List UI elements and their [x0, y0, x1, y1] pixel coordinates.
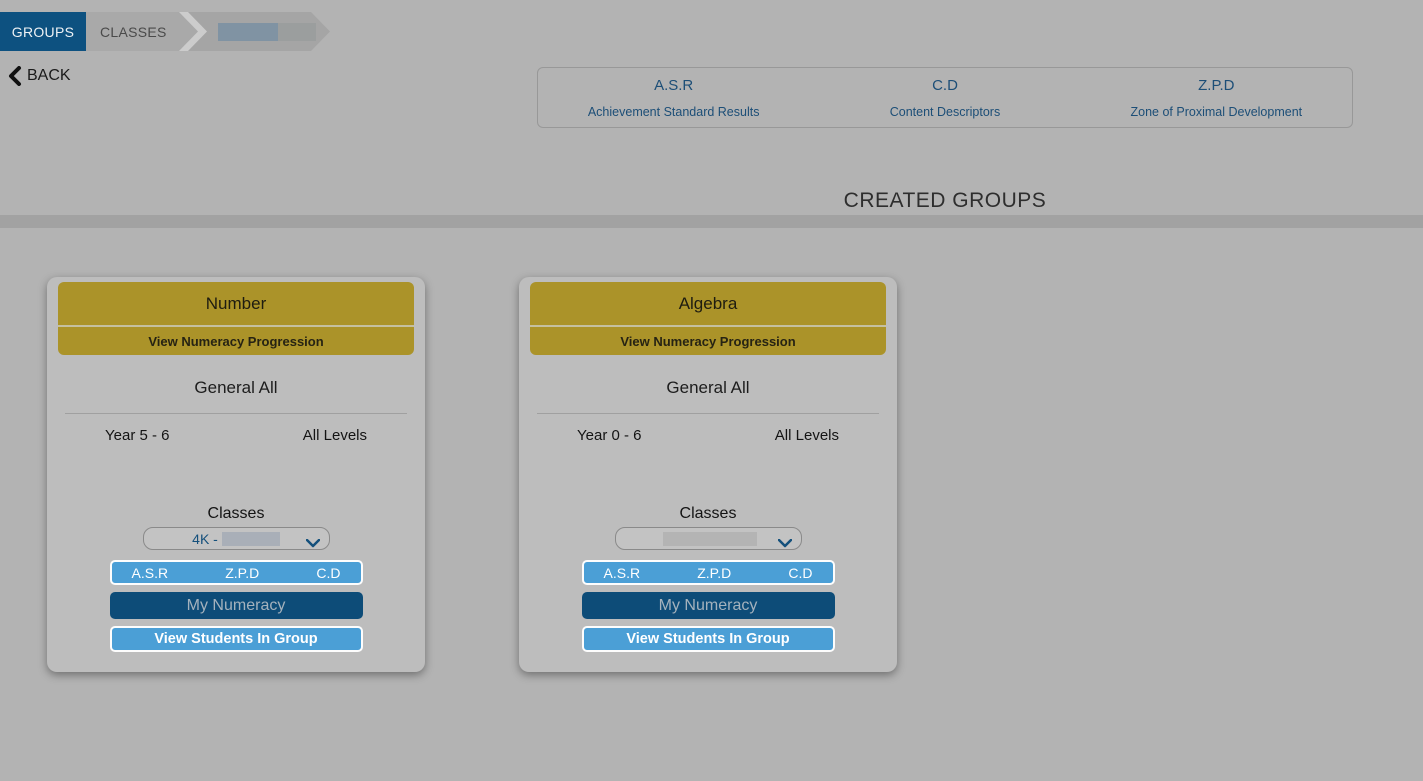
group-title[interactable]: Algebra — [530, 282, 886, 327]
chevron-down-icon — [777, 535, 792, 551]
chevron-down-icon — [305, 535, 320, 551]
card-divider — [65, 413, 407, 414]
legend-desc: Zone of Proximal Development — [1130, 105, 1303, 119]
levels: All Levels — [774, 427, 839, 444]
view-numeracy-progression-button[interactable]: View Numeracy Progression — [530, 327, 886, 355]
asr-button[interactable]: A.S.R — [604, 565, 641, 581]
view-numeracy-progression-button[interactable]: View Numeracy Progression — [58, 327, 414, 355]
year-level-row: Year 5 - 6 All Levels — [47, 427, 425, 444]
view-students-button[interactable]: View Students In Group — [109, 626, 363, 652]
year-range: Year 0 - 6 — [577, 427, 642, 444]
classes-select-value: 4K - — [192, 530, 218, 547]
page-title: CREATED GROUPS — [843, 189, 1047, 212]
asr-button[interactable]: A.S.R — [132, 565, 169, 581]
card-divider — [537, 413, 879, 414]
back-button[interactable]: BACK — [8, 63, 71, 89]
classes-label: Classes — [207, 505, 265, 522]
legend-desc: Content Descriptors — [889, 105, 1001, 119]
section-divider — [0, 215, 1423, 228]
legend-abbr: C.D — [932, 77, 958, 94]
legend-item-zpd: Z.P.D Zone of Proximal Development — [1081, 68, 1352, 127]
group-title[interactable]: Number — [58, 282, 414, 327]
redacted-class-name — [218, 23, 316, 41]
classes-select[interactable]: 4K - — [142, 527, 330, 551]
zpd-button[interactable]: Z.P.D — [225, 565, 259, 581]
tab-groups-label: GROUPS — [11, 23, 75, 40]
my-numeracy-button[interactable]: My Numeracy — [109, 592, 363, 619]
tab-classes-label: CLASSES — [100, 23, 167, 40]
redacted-class-name — [663, 531, 757, 546]
tab-groups[interactable]: GROUPS — [0, 12, 86, 51]
page: GROUPS CLASSES BACK A.S.R Achievement St… — [0, 0, 1423, 781]
view-students-button[interactable]: View Students In Group — [581, 626, 835, 652]
legend-desc: Achievement Standard Results — [587, 105, 760, 119]
legend-item-cd: C.D Content Descriptors — [809, 68, 1080, 127]
legend-abbr: A.S.R — [654, 77, 694, 94]
zpd-button[interactable]: Z.P.D — [697, 565, 731, 581]
cd-button[interactable]: C.D — [316, 565, 340, 581]
group-card-algebra: Algebra View Numeracy Progression Genera… — [519, 277, 897, 672]
cd-button[interactable]: C.D — [788, 565, 812, 581]
group-card-header: Number View Numeracy Progression — [58, 282, 414, 355]
group-subtitle: General All — [194, 378, 278, 397]
classes-select[interactable] — [614, 527, 802, 551]
classes-label: Classes — [679, 505, 737, 522]
year-range: Year 5 - 6 — [105, 427, 170, 444]
legend-abbr: Z.P.D — [1198, 77, 1235, 94]
breadcrumb: GROUPS CLASSES — [0, 12, 420, 51]
redacted-class-name — [221, 531, 280, 546]
report-buttons-row: A.S.R Z.P.D C.D — [581, 560, 835, 585]
levels: All Levels — [302, 427, 367, 444]
my-numeracy-button[interactable]: My Numeracy — [581, 592, 835, 619]
group-card-number: Number View Numeracy Progression General… — [47, 277, 425, 672]
group-subtitle: General All — [666, 378, 750, 397]
tab-classes[interactable]: CLASSES — [86, 12, 198, 51]
year-level-row: Year 0 - 6 All Levels — [519, 427, 897, 444]
report-buttons-row: A.S.R Z.P.D C.D — [109, 560, 363, 585]
back-label: BACK — [27, 67, 71, 84]
group-card-header: Algebra View Numeracy Progression — [530, 282, 886, 355]
legend-box: A.S.R Achievement Standard Results C.D C… — [537, 67, 1353, 128]
chevron-left-icon — [8, 66, 22, 86]
legend-item-asr: A.S.R Achievement Standard Results — [538, 68, 809, 127]
